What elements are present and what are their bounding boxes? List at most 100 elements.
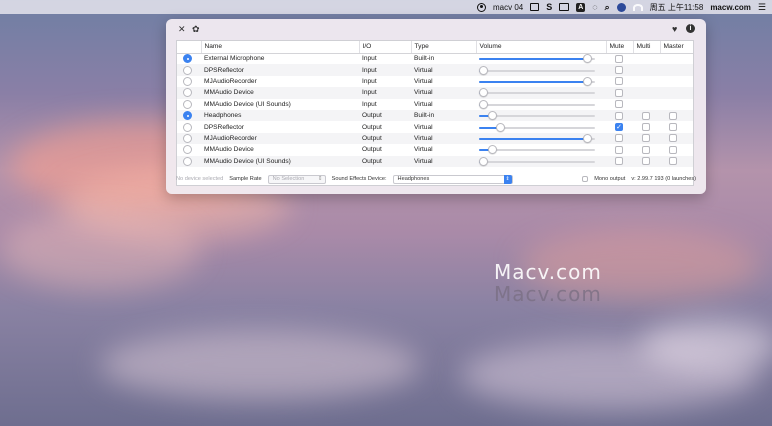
device-select-radio[interactable]	[183, 133, 192, 143]
sfx-device-select[interactable]: Headphones ⇕	[392, 174, 513, 184]
table-row[interactable]: MJAudioRecorder Output Virtual	[177, 132, 693, 145]
col-master[interactable]: Master	[660, 41, 693, 54]
volume-slider-knob[interactable]	[479, 65, 488, 75]
device-select-radio[interactable]	[183, 122, 192, 132]
device-radio-cell	[177, 76, 201, 87]
mute-checkbox[interactable]	[615, 77, 623, 86]
volume-slider-knob[interactable]	[583, 133, 592, 143]
volume-slider[interactable]	[479, 65, 595, 75]
volume-slider-knob[interactable]	[488, 111, 497, 121]
table-row[interactable]: MJAudioRecorder Input Virtual	[177, 76, 693, 87]
multi-checkbox[interactable]	[642, 134, 650, 143]
no-device-label: No device selected	[176, 176, 224, 182]
close-icon[interactable]: ✕	[178, 24, 186, 34]
calendar-icon[interactable]	[530, 0, 540, 14]
volume-slider[interactable]	[479, 111, 595, 121]
multi-checkbox[interactable]	[642, 145, 650, 154]
mute-checkbox[interactable]	[615, 134, 623, 143]
twitter-icon[interactable]: ♥	[672, 24, 677, 34]
master-checkbox[interactable]	[669, 157, 677, 166]
mute-cell	[606, 53, 633, 64]
volume-slider-knob[interactable]	[583, 54, 592, 64]
menubar-clock[interactable]: 周五 上午11:58	[650, 0, 704, 14]
col-select[interactable]	[177, 41, 202, 54]
col-name[interactable]: Name	[201, 41, 360, 54]
volume-slider-knob[interactable]	[479, 88, 488, 98]
mute-checkbox[interactable]	[615, 145, 623, 154]
volume-slider[interactable]	[479, 156, 595, 166]
master-checkbox[interactable]	[669, 123, 677, 132]
record-icon[interactable]	[477, 0, 486, 14]
col-multi[interactable]: Multi	[633, 41, 661, 54]
device-select-radio[interactable]	[183, 65, 192, 75]
volume-slider[interactable]	[479, 88, 595, 98]
col-type[interactable]: Type	[411, 41, 477, 54]
table-row[interactable]: External Microphone Input Built-in	[177, 53, 693, 64]
master-checkbox[interactable]	[669, 134, 677, 143]
volume-slider-knob[interactable]	[479, 99, 488, 109]
device-name: MMAudio Device	[204, 146, 254, 154]
multi-checkbox[interactable]	[642, 157, 650, 166]
table-row[interactable]: MMAudio Device (UI Sounds) Output Virtua…	[177, 155, 693, 167]
volume-slider-knob[interactable]	[479, 156, 488, 166]
device-io: Output	[362, 123, 382, 131]
volume-slider-knob[interactable]	[496, 122, 505, 132]
table-row[interactable]: DPSReflector Input Virtual	[177, 64, 693, 76]
master-checkbox[interactable]	[669, 145, 677, 154]
menubar-site[interactable]: macw.com	[710, 0, 751, 14]
col-mute[interactable]: Mute	[606, 41, 634, 54]
mute-checkbox[interactable]	[615, 111, 623, 120]
wifi-icon[interactable]	[632, 0, 643, 14]
volume-slider[interactable]	[479, 122, 595, 132]
mute-cell	[606, 99, 633, 110]
col-io[interactable]: I/O	[359, 41, 412, 54]
table-row[interactable]: DPSReflector Output Virtual ✓	[177, 121, 693, 132]
mute-checkbox[interactable]	[615, 66, 623, 75]
table-row[interactable]: Headphones Output Built-in	[177, 109, 693, 122]
chat-icon[interactable]: ◌	[592, 0, 597, 14]
volume-slider[interactable]	[479, 133, 595, 143]
col-volume[interactable]: Volume	[476, 41, 607, 54]
multi-checkbox[interactable]	[642, 123, 650, 132]
volume-slider-knob[interactable]	[583, 76, 592, 86]
a-icon[interactable]: A	[576, 0, 586, 14]
search-icon[interactable]: ⌕	[605, 0, 610, 14]
device-name: MJAudioRecorder	[204, 77, 257, 85]
sample-rate-select[interactable]: No Selection ⇕	[267, 174, 326, 184]
device-select-radio[interactable]	[183, 88, 192, 98]
mono-output-checkbox[interactable]	[582, 176, 589, 182]
device-select-radio[interactable]	[183, 76, 192, 86]
master-checkbox[interactable]	[669, 111, 677, 120]
volume-slider[interactable]	[479, 76, 595, 86]
multi-cell	[633, 121, 660, 132]
volume-slider[interactable]	[479, 54, 595, 64]
table-row[interactable]: MMAudio Device (UI Sounds) Input Virtual	[177, 99, 693, 110]
mute-checkbox[interactable]	[615, 54, 623, 63]
avatar-icon[interactable]	[616, 0, 626, 14]
info-icon[interactable]: i	[686, 24, 695, 33]
mute-checkbox[interactable]	[615, 100, 623, 109]
settings-icon[interactable]: ✿	[192, 24, 200, 34]
device-select-radio[interactable]	[183, 54, 192, 64]
device-radio-cell	[177, 144, 201, 155]
device-select-radio[interactable]	[183, 156, 192, 166]
device-select-radio[interactable]	[183, 99, 192, 109]
device-type: Built-in	[411, 109, 476, 122]
volume-slider-knob[interactable]	[488, 145, 497, 155]
mute-checkbox[interactable]	[615, 88, 623, 97]
mute-checkbox[interactable]	[615, 157, 623, 166]
multi-checkbox[interactable]	[642, 111, 650, 120]
device-select-radio[interactable]	[183, 111, 192, 121]
device-select-radio[interactable]	[183, 145, 192, 155]
mute-cell	[606, 109, 633, 122]
volume-slider[interactable]	[479, 145, 595, 155]
master-cell	[660, 144, 693, 155]
list-icon[interactable]: ☰	[758, 0, 766, 14]
window-icon[interactable]	[559, 0, 570, 14]
mute-checkbox[interactable]: ✓	[615, 123, 623, 132]
table-row[interactable]: MMAudio Device Input Virtual	[177, 87, 693, 99]
volume-slider[interactable]	[479, 99, 595, 109]
s-logo-icon[interactable]: S	[546, 0, 552, 14]
table-row[interactable]: MMAudio Device Output Virtual	[177, 144, 693, 155]
menubar-app-label[interactable]: macv 04	[493, 0, 523, 14]
